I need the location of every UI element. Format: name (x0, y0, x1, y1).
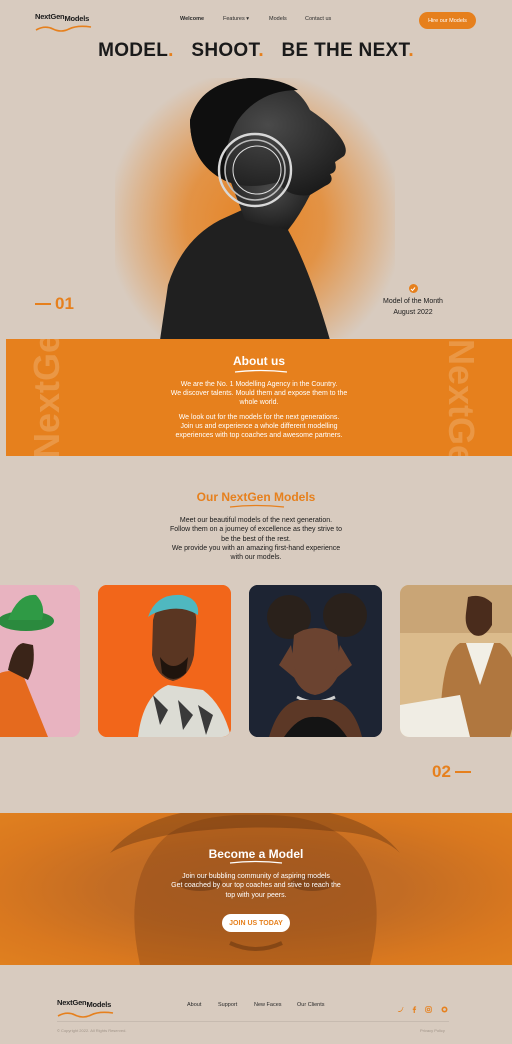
footer-link-new-faces[interactable]: New Faces (254, 1002, 282, 1008)
github-icon[interactable] (441, 1000, 448, 1013)
nav-features[interactable]: Features ▾ (223, 16, 249, 22)
top-nav: NextGenModels Welcome Features ▾ Models … (0, 0, 512, 40)
hero-word-3: BE THE NEXT (281, 40, 409, 61)
twitter-icon[interactable] (397, 1000, 404, 1013)
model-photo-4 (400, 585, 512, 737)
hero-title: MODEL. SHOOT. BE THE NEXT. (98, 40, 414, 61)
become-model-section: Become a Model Join our bubbling communi… (0, 813, 512, 965)
brand-logo[interactable]: NextGenModels (35, 12, 92, 32)
facebook-icon[interactable] (411, 1000, 418, 1013)
logo-line1: NextGen (35, 12, 65, 21)
footer-divider (57, 1021, 449, 1022)
models-underline-icon (229, 504, 285, 508)
model-photo-1 (0, 585, 80, 737)
footer-logo[interactable]: NextGenModels (57, 998, 114, 1018)
footer-link-about[interactable]: About (187, 1002, 201, 1008)
model-card-3[interactable] (249, 585, 382, 737)
about-paragraph-1: We are the No. 1 Modelling Agency in the… (170, 381, 348, 406)
model-photo-3 (249, 585, 382, 737)
instagram-icon[interactable] (425, 1000, 432, 1013)
section-number-02: 02 (432, 762, 471, 782)
badge-title: Model of the Month (383, 298, 443, 305)
about-section: NextGen Models NextGen Models About us W… (6, 339, 512, 456)
logo-swoosh-icon (57, 1011, 114, 1018)
hero-word-2: SHOOT (191, 40, 259, 61)
logo-line2: Models (64, 14, 90, 23)
hero-word-1: MODEL (98, 40, 169, 61)
nav-welcome[interactable]: Welcome (180, 16, 204, 22)
chevron-down-icon: ▾ (246, 16, 250, 22)
badge-date: August 2022 (393, 309, 433, 316)
models-title: Our NextGen Models (196, 490, 316, 504)
footer-link-clients[interactable]: Our Clients (297, 1002, 325, 1008)
number-dash (454, 770, 471, 774)
about-underline-icon (234, 369, 288, 373)
become-title: Become a Model (208, 847, 304, 861)
logo-swoosh-icon (35, 25, 92, 32)
join-us-button[interactable]: JOIN US TODAY (222, 914, 290, 932)
model-card-1[interactable] (0, 585, 80, 737)
privacy-link[interactable]: Privacy Policy (420, 1028, 445, 1033)
about-paragraph-2: We look out for the models for the next … (175, 414, 343, 439)
model-photo-2 (98, 585, 231, 737)
model-card-2[interactable] (98, 585, 231, 737)
check-icon (408, 284, 418, 293)
footer-link-support[interactable]: Support (218, 1002, 237, 1008)
become-description: Join our bubbling community of aspiring … (171, 873, 341, 899)
nav-models[interactable]: Models (269, 16, 287, 22)
copyright-text: © Copyright 2022. All Rights Reserved. (57, 1028, 127, 1033)
number-dash (35, 302, 51, 306)
model-card-4[interactable] (400, 585, 512, 737)
nav-contact[interactable]: Contact us (305, 16, 331, 22)
become-underline-icon (229, 860, 283, 864)
hero-model-image (160, 78, 346, 340)
model-of-month-badge: Model of the Month August 2022 (370, 284, 456, 318)
section-number-01: 01 (35, 294, 74, 314)
hire-models-button[interactable]: Hire our Models (419, 12, 476, 29)
models-description: Meet our beautiful models of the next ge… (170, 517, 342, 562)
footer: NextGenModels About Support New Faces Ou… (0, 965, 512, 1044)
about-title: About us (233, 354, 285, 368)
